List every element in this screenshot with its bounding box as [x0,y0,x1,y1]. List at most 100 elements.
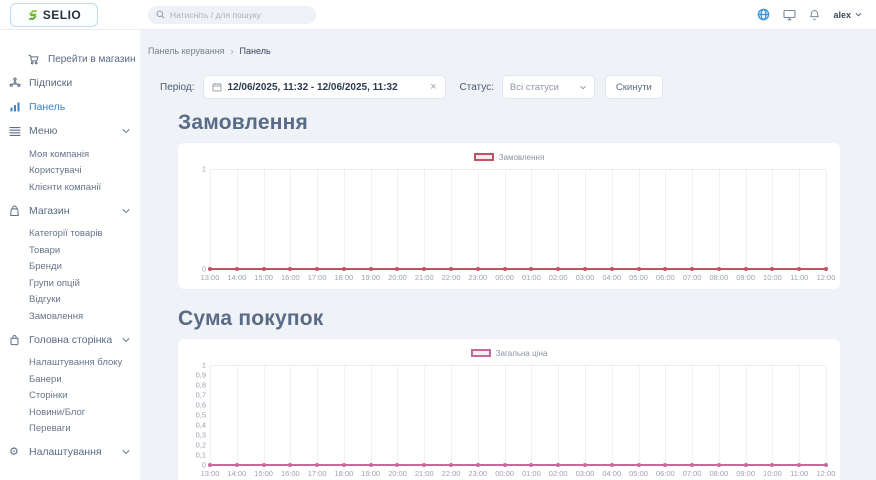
chart-plot [210,365,826,465]
sidebar: Перейти в магазин Підписки Панель Меню Моя к… [0,30,140,480]
gridline [371,366,372,465]
x-tick-label: 07:00 [683,273,702,282]
status-selected-value: Всі статуси [510,82,579,93]
chart-legend[interactable]: Замовлення [192,151,826,163]
sidebar-subitem[interactable]: Новини/Блог [0,404,140,421]
gridline [264,170,265,269]
breadcrumb: Панель керування › Панель [148,46,840,56]
gridline [639,366,640,465]
breadcrumb-separator: › [231,46,234,56]
legend-label: Замовлення [499,153,545,162]
x-tick-label: 07:00 [683,469,702,478]
x-tick-label: 17:00 [308,469,327,478]
x-tick-label: 12:00 [817,273,836,282]
x-tick-label: 06:00 [656,273,675,282]
sidebar-subitem[interactable]: Категорії товарів [0,226,140,243]
sidebar-item-6[interactable]: ⚙Налаштування [0,443,140,461]
status-select[interactable]: Всі статуси [502,75,595,99]
chart-legend[interactable]: Загальна ціна [192,347,826,359]
gridline [478,170,479,269]
gridline [451,366,452,465]
reset-button[interactable]: Скинути [605,75,663,99]
sidebar-subitem[interactable]: Відгуки [0,292,140,309]
sidebar-subitem[interactable]: Користувачі [0,163,140,180]
orders-chart-card: Замовлення 10 13:0014:0015:0016:0017:001… [178,143,840,289]
sidebar-subitem[interactable]: Сторінки [0,388,140,405]
gridline [826,170,827,269]
gridline [612,366,613,465]
gridline [639,170,640,269]
chevron-down-icon [122,449,130,455]
gridline [344,366,345,465]
gridline [424,170,425,269]
breadcrumb-item: Панель [240,46,271,56]
logo[interactable]: SELIO [10,3,98,27]
gridline [290,170,291,269]
sidebar-subitem[interactable]: Товари [0,242,140,259]
gridline [665,366,666,465]
sidebar-item-2[interactable]: Панель [0,98,140,116]
gridline [799,170,800,269]
legend-swatch [474,153,494,161]
gridline [290,366,291,465]
x-tick-label: 13:00 [201,273,220,282]
x-tick-label: 05:00 [629,273,648,282]
sidebar-item-0[interactable]: Перейти в магазин [0,50,140,68]
sidebar-subitem[interactable]: Замовлення [0,308,140,325]
search-input[interactable]: Натисніть / для пошуку [148,6,316,24]
clear-icon[interactable]: × [430,82,436,93]
y-tick-label: 1 [202,361,206,370]
gridline [424,366,425,465]
sidebar-item-5[interactable]: Головна сторінка [0,331,140,349]
sidebar-item-label: Підписки [29,77,72,89]
x-tick-label: 06:00 [656,469,675,478]
gridline [692,366,693,465]
language-globe-icon[interactable] [757,8,770,21]
gridline [585,366,586,465]
sidebar-subitem[interactable]: Налаштування блоку [0,355,140,372]
sidebar-item-1[interactable]: Підписки [0,74,140,92]
gridline [264,366,265,465]
breadcrumb-item[interactable]: Панель керування [148,46,225,56]
sidebar-subitem[interactable]: Групи опцій [0,275,140,292]
x-tick-label: 18:00 [335,273,354,282]
gridline [210,170,211,269]
sidebar-subitem[interactable]: Переваги [0,421,140,438]
gridline [531,170,532,269]
x-tick-label: 15:00 [254,273,273,282]
gridline [772,366,773,465]
x-tick-label: 05:00 [629,469,648,478]
chevron-down-icon [855,12,862,17]
sidebar-subitem[interactable]: Бренди [0,259,140,276]
x-tick-label: 15:00 [254,469,273,478]
body-row: Перейти в магазин Підписки Панель Меню Моя к… [0,30,876,480]
menu-icon [9,126,29,137]
sidebar-subitem[interactable]: Клієнти компанії [0,179,140,196]
x-tick-label: 19:00 [361,469,380,478]
bag-icon [9,205,29,217]
sidebar-item-3[interactable]: Меню [0,122,140,140]
status-label: Статус: [460,82,494,93]
gridline [746,170,747,269]
display-icon[interactable] [783,9,796,21]
user-menu[interactable]: alex [833,10,862,20]
sidebar-item-label: Панель [29,101,65,113]
period-value: 12/06/2025, 11:32 - 12/06/2025, 11:32 [228,82,398,93]
x-tick-label: 21:00 [415,469,434,478]
sidebar-item-4[interactable]: Магазин [0,202,140,220]
sidebar-subitem[interactable]: Моя компанія [0,146,140,163]
gridline [558,170,559,269]
gridline [612,170,613,269]
y-axis: 10 [192,169,210,269]
chevron-down-icon [122,208,130,214]
x-tick-label: 22:00 [442,273,461,282]
x-axis: 13:0014:0015:0016:0017:0018:0019:0020:00… [210,269,826,283]
period-date-range-input[interactable]: 12/06/2025, 11:32 - 12/06/2025, 11:32 × [203,75,446,99]
gridline [317,170,318,269]
y-tick-label: 0,8 [196,381,206,390]
x-tick-label: 19:00 [361,273,380,282]
notifications-bell-icon[interactable] [809,9,820,21]
sidebar-subitem[interactable]: Банери [0,371,140,388]
chevron-down-icon [579,85,587,90]
selio-logo-icon [27,9,39,21]
